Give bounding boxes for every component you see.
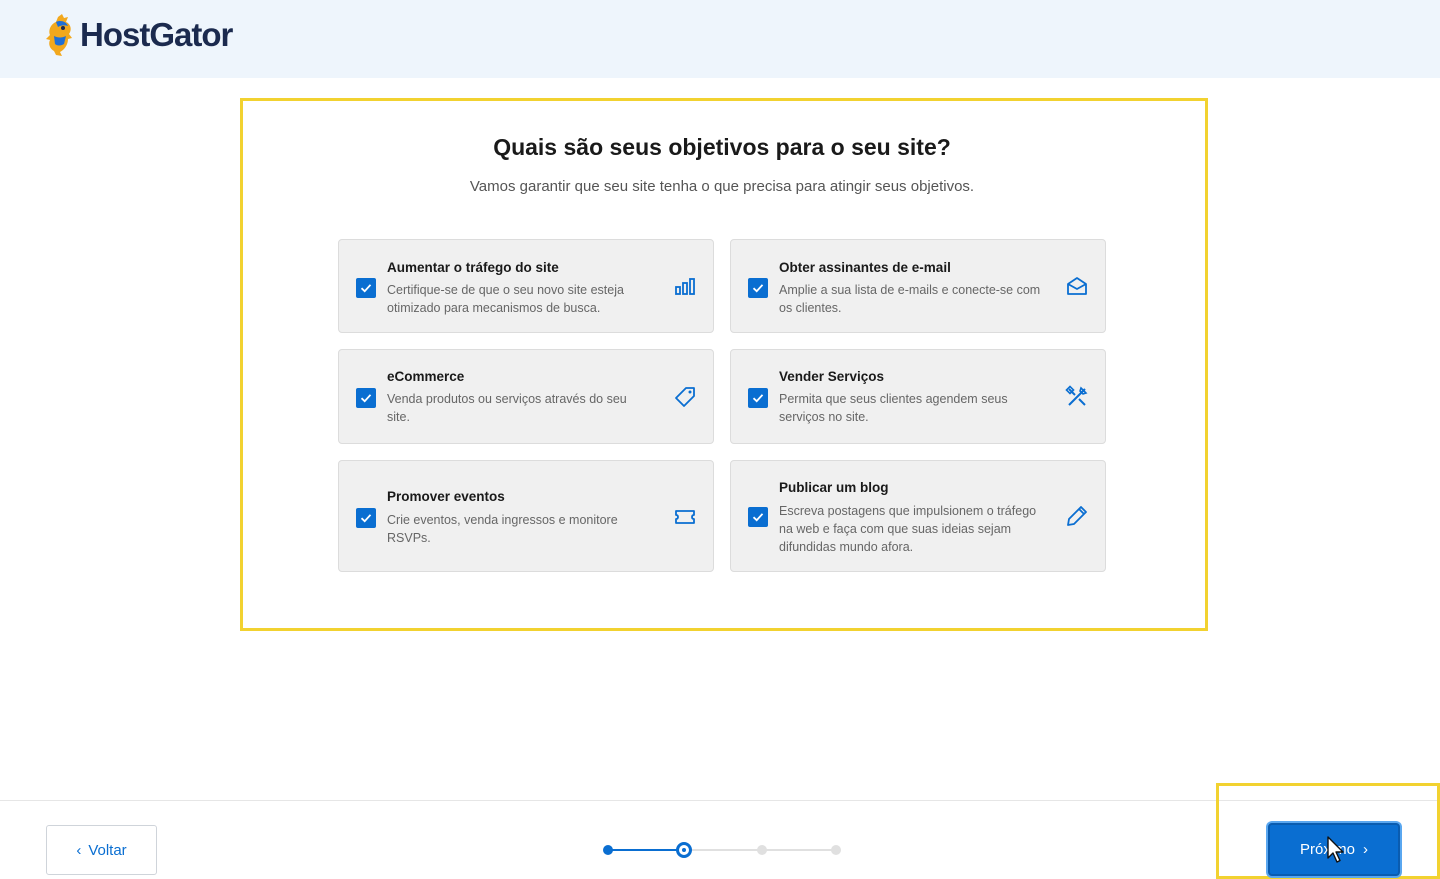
goal-checkbox[interactable] (356, 278, 376, 298)
step-dot-2-current (676, 842, 692, 858)
price-tag-icon (675, 387, 695, 407)
goal-description: Venda produtos ou serviços através do se… (387, 392, 627, 424)
envelope-open-icon (1067, 277, 1087, 295)
ticket-icon (675, 510, 695, 524)
logo-text: HostGator (80, 16, 233, 53)
goal-title: Obter assinantes de e-mail (779, 260, 951, 275)
checkmark-icon (360, 394, 372, 403)
tools-icon (1065, 385, 1088, 406)
back-button[interactable]: ‹ Voltar (46, 825, 157, 875)
goal-title: eCommerce (387, 369, 465, 384)
checkmark-icon (752, 394, 764, 403)
step-dot-3 (757, 845, 767, 855)
goal-card-blog[interactable]: Publicar um blog Escreva postagens que i… (730, 460, 1106, 572)
step-dot-4 (831, 845, 841, 855)
goal-description: Escreva postagens que impulsionem o tráf… (779, 504, 1037, 554)
page-subtitle: Vamos garantir que seu site tenha o que … (469, 178, 975, 195)
stepper-line-complete (608, 849, 685, 851)
goal-card-traffic[interactable]: Aumentar o tráfego do site Certifique-se… (338, 239, 714, 333)
goal-checkbox[interactable] (356, 508, 376, 528)
back-button-label: Voltar (88, 841, 127, 859)
goal-description: Crie eventos, venda ingressos e monitore… (387, 513, 618, 545)
goal-description: Permita que seus clientes agendem seus s… (779, 392, 1008, 424)
pencil-icon (1067, 506, 1087, 526)
bar-chart-icon (675, 278, 695, 295)
goal-description: Certifique-se de que o seu novo site est… (387, 283, 624, 315)
goal-card-events[interactable]: Promover eventos Crie eventos, venda ing… (338, 460, 714, 572)
mouse-cursor-icon (1327, 836, 1344, 863)
checkmark-icon (752, 513, 764, 522)
page-title: Quais são seus objetivos para o seu site… (493, 134, 951, 160)
goal-card-ecommerce[interactable]: eCommerce Venda produtos ou serviços atr… (338, 349, 714, 444)
goal-checkbox[interactable] (748, 278, 768, 298)
goal-checkbox[interactable] (356, 388, 376, 408)
hostgator-logo[interactable]: HostGator (44, 14, 233, 56)
checkmark-icon (360, 514, 372, 523)
chevron-left-icon: ‹ (76, 841, 82, 859)
goal-description: Amplie a sua lista de e-mails e conecte-… (779, 283, 1041, 315)
goal-checkbox[interactable] (748, 388, 768, 408)
goal-card-email[interactable]: Obter assinantes de e-mail Amplie a sua … (730, 239, 1106, 333)
top-header: HostGator (0, 0, 1440, 78)
step-dot-1 (603, 845, 613, 855)
gator-mascot-icon (46, 14, 72, 56)
goal-checkbox[interactable] (748, 507, 768, 527)
goal-card-services[interactable]: Vender Serviços Permita que seus cliente… (730, 349, 1106, 444)
goal-title: Vender Serviços (779, 369, 885, 384)
chevron-right-icon: › (1363, 841, 1368, 858)
goal-title: Publicar um blog (779, 480, 889, 495)
checkmark-icon (752, 284, 764, 293)
goal-title: Aumentar o tráfego do site (387, 260, 559, 275)
goal-title: Promover eventos (387, 489, 505, 504)
checkmark-icon (360, 284, 372, 293)
progress-stepper (600, 840, 845, 860)
